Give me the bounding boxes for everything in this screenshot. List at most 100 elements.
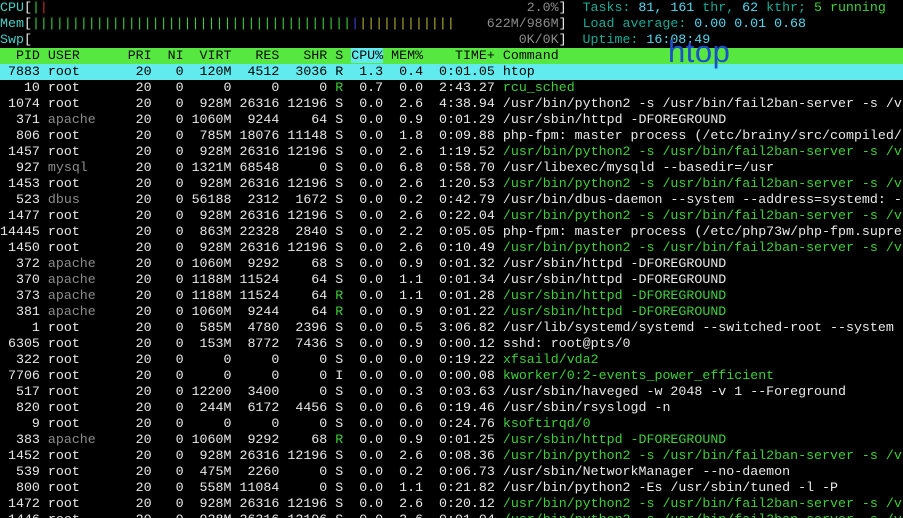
shr-cell: 12196 [287, 240, 327, 255]
process-row[interactable]: 7706 root 20 0 0 0 0 I 0.0 0.0 0:00.08 k… [0, 368, 903, 384]
user-cell: root [48, 352, 120, 367]
column-header-res[interactable]: RES [239, 48, 279, 63]
shr-cell: 1672 [287, 192, 327, 207]
pid-cell: 1457 [0, 144, 40, 159]
process-row[interactable]: 370 apache 20 0 1188M 11524 64 S 0.0 1.1… [0, 272, 903, 288]
process-row[interactable]: 517 root 20 0 12200 3400 0 S 0.0 0.3 0:0… [0, 384, 903, 400]
command-cell: /usr/bin/python2 -s /usr/bin/fail2ban-se… [503, 512, 902, 518]
process-row[interactable]: 14445 root 20 0 863M 22328 2840 S 0.0 2.… [0, 224, 903, 240]
process-row[interactable]: 372 apache 20 0 1060M 9292 68 S 0.0 0.9 … [0, 256, 903, 272]
res-cell: 2312 [239, 192, 279, 207]
process-row[interactable]: 1452 root 20 0 928M 26316 12196 S 0.0 2.… [0, 448, 903, 464]
ni-cell: 0 [160, 128, 184, 143]
process-row[interactable]: 1472 root 20 0 928M 26316 12196 S 0.0 2.… [0, 496, 903, 512]
mem-cell: 0.4 [391, 64, 423, 79]
time-cell: 0:10.49 [431, 240, 495, 255]
process-row[interactable]: 539 root 20 0 475M 2260 0 S 0.0 0.2 0:06… [0, 464, 903, 480]
process-row[interactable]: 1446 root 20 0 928M 26316 12196 S 0.0 2.… [0, 512, 903, 518]
process-row[interactable]: 820 root 20 0 244M 6172 4456 S 0.0 0.6 0… [0, 400, 903, 416]
cell-gap [383, 464, 391, 479]
process-row[interactable]: 10 root 20 0 0 0 0 R 0.7 0.0 2:43.27 rcu… [0, 80, 903, 96]
shr-cell: 12196 [287, 96, 327, 111]
pri-cell: 20 [128, 400, 152, 415]
process-row[interactable]: 371 apache 20 0 1060M 9244 64 S 0.0 0.9 … [0, 112, 903, 128]
process-row[interactable]: 1 root 20 0 585M 4780 2396 S 0.0 0.5 3:0… [0, 320, 903, 336]
process-row[interactable]: 806 root 20 0 785M 18076 11148 S 0.0 1.8… [0, 128, 903, 144]
process-row[interactable]: 381 apache 20 0 1060M 9244 64 R 0.0 0.9 … [0, 304, 903, 320]
pid-cell: 1453 [0, 176, 40, 191]
column-header-shr[interactable]: SHR [287, 48, 327, 63]
cell-gap [184, 384, 192, 399]
header-gap [423, 48, 431, 63]
process-row[interactable]: 9 root 20 0 0 0 0 S 0.0 0.0 0:24.76 ksof… [0, 416, 903, 432]
column-header-time[interactable]: TIME+ [431, 48, 495, 63]
cell-gap [152, 144, 160, 159]
cell-gap [495, 512, 503, 518]
process-row[interactable]: 322 root 20 0 0 0 0 S 0.0 0.0 0:19.22 xf… [0, 352, 903, 368]
process-row[interactable]: 1450 root 20 0 928M 26316 12196 S 0.0 2.… [0, 240, 903, 256]
column-header-ni[interactable]: NI [160, 48, 184, 63]
ni-cell: 0 [160, 400, 184, 415]
mem-cell: 2.6 [391, 240, 423, 255]
virt-cell: 0 [192, 80, 232, 95]
cpu-meter-value: 2.0% [527, 0, 559, 15]
mem-cell: 0.3 [391, 384, 423, 399]
pri-cell: 20 [128, 128, 152, 143]
process-row[interactable]: 383 apache 20 0 1060M 9292 68 R 0.0 0.9 … [0, 432, 903, 448]
pid-cell: 373 [0, 288, 40, 303]
time-cell: 0:09.88 [431, 128, 495, 143]
command-cell: /usr/bin/python2 -s /usr/bin/fail2ban-se… [503, 176, 902, 191]
cell-gap [120, 240, 128, 255]
cell-gap [423, 144, 431, 159]
cell-gap [40, 256, 48, 271]
process-row[interactable]: 800 root 20 0 558M 11084 0 S 0.0 1.1 0:2… [0, 480, 903, 496]
cell-gap [152, 416, 160, 431]
process-row[interactable]: 1453 root 20 0 928M 26316 12196 S 0.0 2.… [0, 176, 903, 192]
process-row[interactable]: 927 mysql 20 0 1321M 68548 0 S 0.0 6.8 0… [0, 160, 903, 176]
column-header-cpu[interactable]: CPU% [351, 48, 383, 63]
cell-gap [383, 304, 391, 319]
process-row[interactable]: 7883 root 20 0 120M 4512 3036 R 1.3 0.4 … [0, 64, 903, 80]
pri-cell: 20 [128, 496, 152, 511]
pid-cell: 1074 [0, 96, 40, 111]
cpu-cell: 0.7 [351, 80, 383, 95]
column-header-virt[interactable]: VIRT [192, 48, 232, 63]
process-row[interactable]: 1477 root 20 0 928M 26316 12196 S 0.0 2.… [0, 208, 903, 224]
cell-gap [40, 176, 48, 191]
mem-cell: 0.9 [391, 112, 423, 127]
user-cell: root [48, 336, 120, 351]
command-cell: /usr/sbin/httpd -DFOREGROUND [503, 432, 902, 447]
cpu-cell: 0.0 [351, 352, 383, 367]
cell-gap [152, 368, 160, 383]
cell-gap [423, 224, 431, 239]
cell-gap [495, 320, 503, 335]
time-cell: 0:06.73 [431, 464, 495, 479]
process-row[interactable]: 373 apache 20 0 1188M 11524 64 R 0.0 1.1… [0, 288, 903, 304]
virt-cell: 928M [192, 208, 232, 223]
user-cell: root [48, 480, 120, 495]
meter-bracket-open: [ [24, 32, 32, 47]
process-row[interactable]: 6305 root 20 0 153M 8772 7436 S 0.0 0.9 … [0, 336, 903, 352]
user-cell: root [48, 128, 120, 143]
meter-gap [32, 32, 519, 47]
process-row[interactable]: 1457 root 20 0 928M 26316 12196 S 0.0 2.… [0, 144, 903, 160]
column-header-mem[interactable]: MEM% [391, 48, 423, 63]
cell-gap [120, 496, 128, 511]
cell-gap [383, 96, 391, 111]
command-cell: sshd: root@pts/0 [503, 336, 902, 351]
column-header-pri[interactable]: PRI [128, 48, 152, 63]
cell-gap [383, 368, 391, 383]
cell-gap [184, 320, 192, 335]
cell-gap [184, 336, 192, 351]
cell-gap [40, 96, 48, 111]
column-header-user[interactable]: USER [48, 48, 120, 63]
res-cell: 0 [239, 80, 279, 95]
shr-cell: 64 [287, 112, 327, 127]
cell-gap [120, 208, 128, 223]
process-row[interactable]: 523 dbus 20 0 56188 2312 1672 S 0.0 0.2 … [0, 192, 903, 208]
cell-gap [40, 512, 48, 518]
process-row[interactable]: 1074 root 20 0 928M 26316 12196 S 0.0 2.… [0, 96, 903, 112]
ni-cell: 0 [160, 480, 184, 495]
mem-cell: 2.6 [391, 96, 423, 111]
column-header-pid[interactable]: PID [0, 48, 40, 63]
